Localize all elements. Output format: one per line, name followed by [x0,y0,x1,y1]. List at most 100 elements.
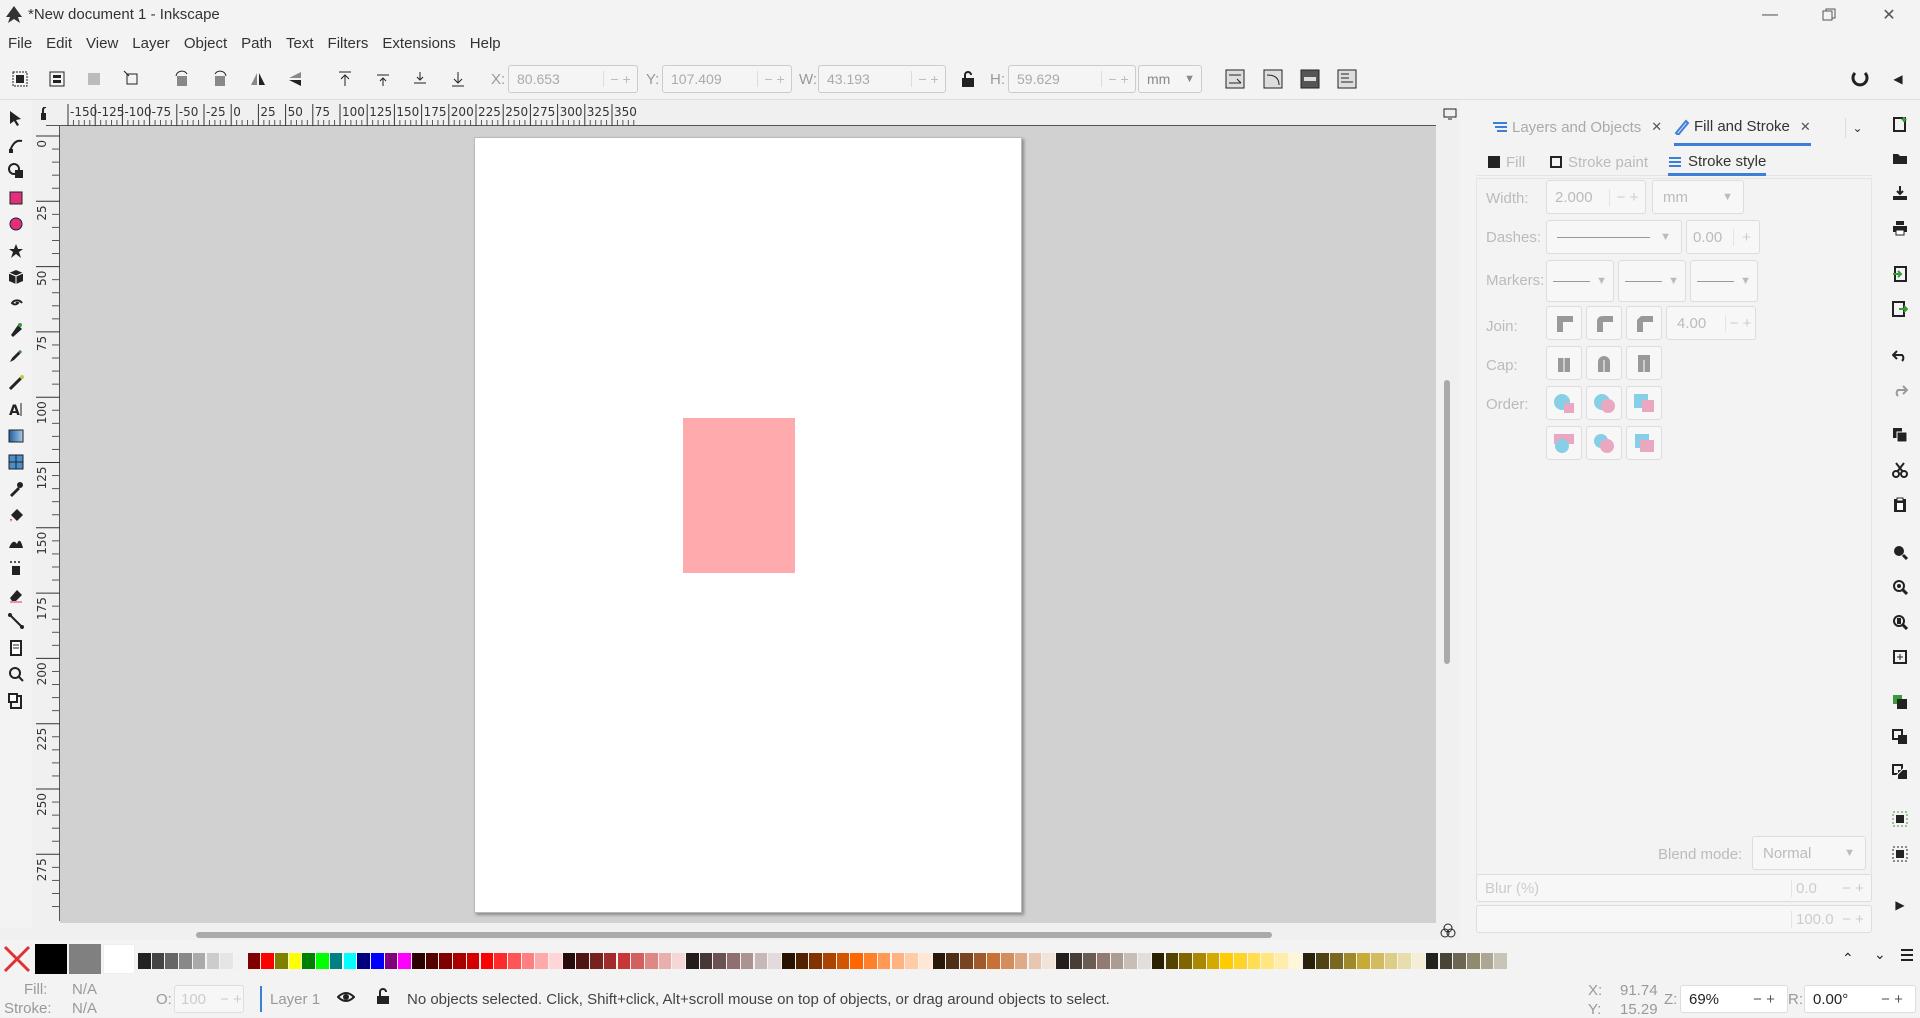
palette-swatch[interactable] [69,944,101,974]
palette-swatch[interactable] [946,953,959,969]
palette-swatch[interactable] [233,953,247,969]
palette-swatch[interactable] [781,953,795,969]
palette-swatch[interactable] [288,953,302,969]
palette-swatch[interactable] [1151,953,1165,969]
maximize-button[interactable] [1806,0,1852,29]
palette-swatch[interactable] [1412,953,1425,969]
menu-help[interactable]: Help [470,35,501,52]
palette-swatch[interactable] [590,953,603,969]
palette-swatch[interactable] [206,953,220,969]
palette-swatch[interactable] [1453,953,1466,969]
palette-swatch[interactable] [932,953,946,969]
zoom-page-button[interactable] [1888,610,1912,634]
palette-swatch[interactable] [1097,953,1110,969]
save-button[interactable] [1888,181,1912,205]
horizontal-ruler[interactable]: -150 -125 -100 -75 -50 -25 0 25 50 75 100 125 150 175… [46,102,1436,126]
palette-swatch[interactable] [905,953,918,969]
palette-swatch[interactable] [535,953,548,969]
palette-swatch[interactable] [384,953,398,969]
width-unit-select[interactable]: mm ▼ [1652,180,1744,214]
palette-swatch[interactable] [480,953,494,969]
palette-swatch[interactable] [727,953,740,969]
palette-scroll-down-button[interactable]: ⌄ [1874,946,1886,963]
scale-corners-button[interactable] [1261,67,1285,91]
palette-swatch[interactable] [466,953,480,969]
palette-swatch[interactable] [316,953,329,969]
duplicate-button[interactable] [1888,690,1912,714]
zoom-drawing-button[interactable] [1888,575,1912,599]
palette-scroll-up-button[interactable]: ⌃ [1842,950,1854,967]
snap-toggle-button[interactable] [1848,67,1872,91]
rotate-cw-button[interactable] [208,67,232,91]
menu-file[interactable]: File [8,35,32,52]
zoom-stepper[interactable]: − + [1741,991,1787,1008]
menu-extensions[interactable]: Extensions [382,35,455,52]
new-document-button[interactable] [1888,112,1912,136]
palette-swatch[interactable] [165,953,179,969]
palette-swatch[interactable] [1329,953,1343,969]
palette-swatch[interactable] [672,953,685,969]
opacity-field[interactable]: 100 − + [174,985,244,1013]
palette-swatch[interactable] [768,953,781,969]
tab-layers-and-objects[interactable]: Layers and Objects ✕ [1492,110,1662,144]
cap-butt-button[interactable] [1546,346,1582,380]
palette-swatch[interactable] [1343,953,1357,969]
palette-swatch[interactable] [549,953,562,969]
join-miter-button[interactable] [1546,306,1582,340]
y-stepper[interactable]: − + [757,71,791,87]
dock-menu-button[interactable]: ⌄ [1845,118,1869,138]
palette-swatch[interactable] [1138,953,1151,969]
palette-swatch[interactable] [151,953,165,969]
y-field[interactable]: 107.409 − + [662,65,792,93]
palette-swatch[interactable] [261,953,274,969]
vertical-ruler[interactable]: 0 25 50 75 100 125 150 175 200 225 250 275 [32,126,60,921]
menu-object[interactable]: Object [184,35,227,52]
palette-swatch[interactable] [357,953,370,969]
flip-horizontal-button[interactable] [246,67,270,91]
3d-box-tool[interactable] [4,265,28,289]
move-gradients-button[interactable] [1298,67,1322,91]
lock-proportions-button[interactable] [956,67,980,91]
palette-swatch[interactable] [603,953,617,969]
cap-round-button[interactable] [1586,346,1622,380]
close-window-button[interactable]: ✕ [1866,0,1912,29]
palette-swatch[interactable] [576,953,590,969]
toggle-layer-lock[interactable] [375,988,391,1009]
redo-button[interactable] [1888,378,1912,402]
w-stepper[interactable]: − + [911,71,945,87]
palette-swatch[interactable] [1371,953,1384,969]
rotate-ccw-button[interactable] [170,67,194,91]
more-commands-button[interactable]: ▶ [1888,893,1912,917]
ellipse-tool[interactable] [4,212,28,236]
current-layer[interactable]: Layer 1 [270,991,320,1008]
palette-swatch[interactable] [275,953,288,969]
palette-swatch[interactable] [740,953,754,969]
palette-swatch[interactable] [1220,953,1233,969]
order-normal-button[interactable] [1546,386,1582,420]
toggle-layer-visibility[interactable] [336,989,356,1009]
unit-select[interactable]: mm ▼ [1138,65,1202,93]
palette-swatch[interactable] [1302,953,1316,969]
text-tool[interactable]: A [4,397,28,421]
lower-button[interactable] [408,67,432,91]
x-stepper[interactable]: − + [603,71,637,87]
palette-swatch[interactable] [809,953,822,969]
palette-swatch[interactable] [918,953,932,969]
palette-swatch[interactable] [1247,953,1261,969]
palette-swatch[interactable] [658,953,672,969]
menu-path[interactable]: Path [241,35,272,52]
palette-swatch[interactable] [617,953,631,969]
join-bevel-button[interactable] [1626,306,1662,340]
palette-swatch[interactable] [987,953,1001,969]
tab-fill-and-stroke[interactable]: Fill and Stroke ✕ [1674,110,1811,146]
touch-select-button[interactable] [120,67,144,91]
move-patterns-button[interactable] [1335,67,1359,91]
palette-swatch[interactable] [864,953,877,969]
end-marker-select[interactable]: ▼ [1690,260,1758,302]
palette-swatch[interactable] [425,953,439,969]
menu-filters[interactable]: Filters [328,35,369,52]
display-mode-button[interactable] [1440,102,1460,126]
palette-swatch[interactable] [795,953,809,969]
stroke-indicator-value[interactable]: N/A [72,1000,97,1017]
order-markers-fill-stroke-button[interactable] [1546,426,1582,460]
